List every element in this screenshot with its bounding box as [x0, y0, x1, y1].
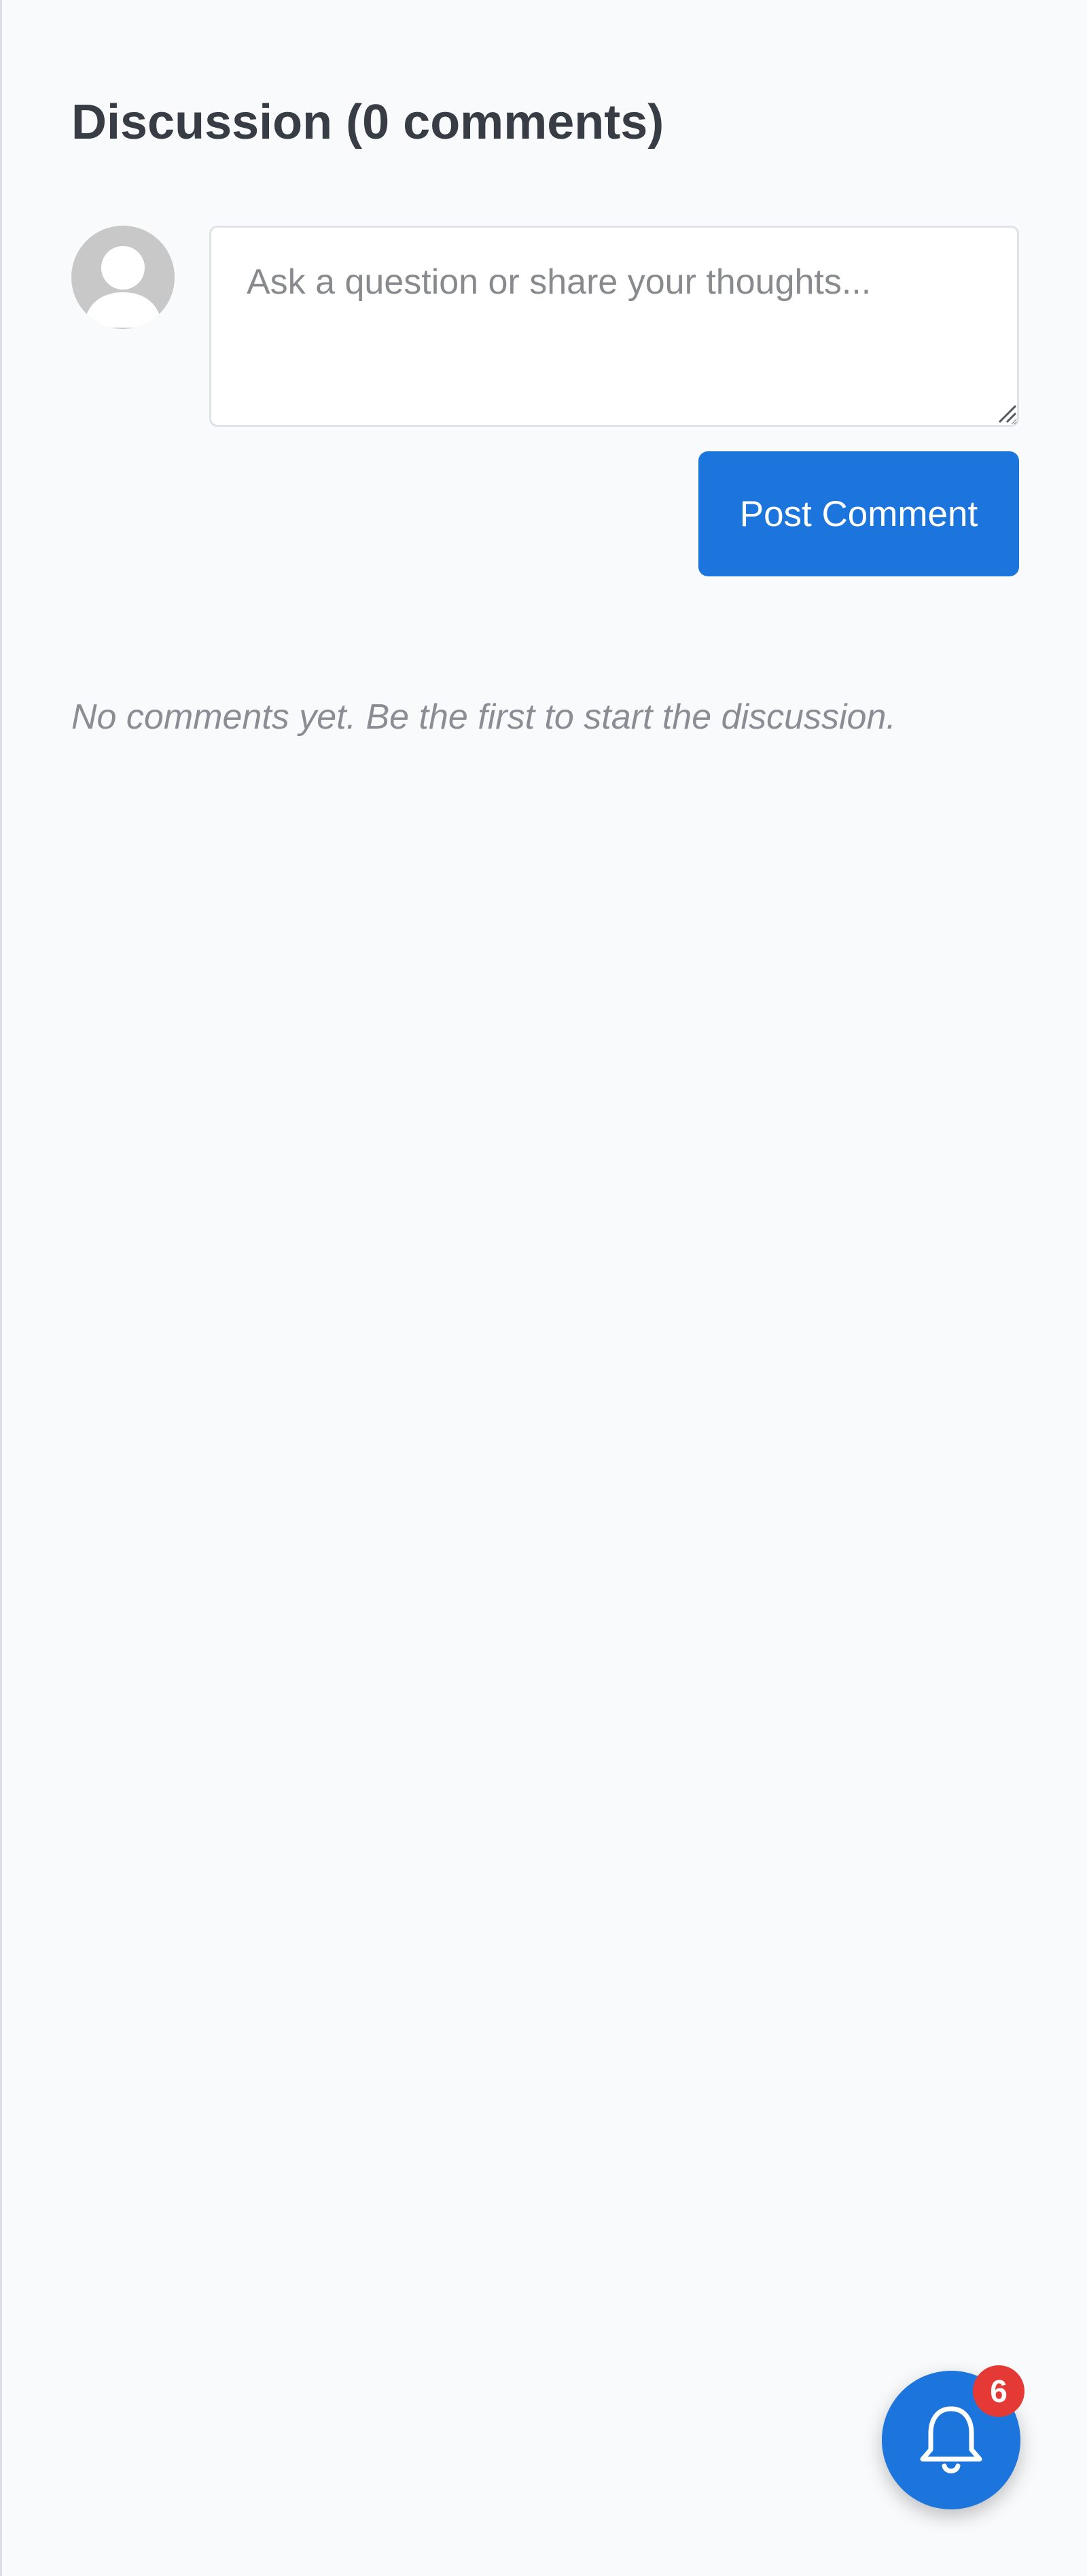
resize-handle-icon[interactable] — [997, 404, 1016, 423]
notification-count-badge: 6 — [973, 2365, 1024, 2417]
bell-icon — [920, 2406, 982, 2473]
post-comment-button[interactable]: Post Comment — [698, 451, 1019, 576]
user-silhouette-icon — [84, 246, 162, 328]
page-left-border — [0, 0, 2, 2576]
discussion-section: Discussion (0 comments) Post Comment No … — [71, 88, 1019, 737]
notifications-button[interactable]: 6 — [882, 2365, 1024, 2509]
user-avatar — [71, 226, 175, 329]
empty-comments-message: No comments yet. Be the first to start t… — [71, 697, 896, 737]
discussion-heading: Discussion (0 comments) — [71, 95, 664, 150]
comment-composer: Post Comment — [71, 226, 1019, 579]
comment-input[interactable] — [209, 226, 1019, 427]
